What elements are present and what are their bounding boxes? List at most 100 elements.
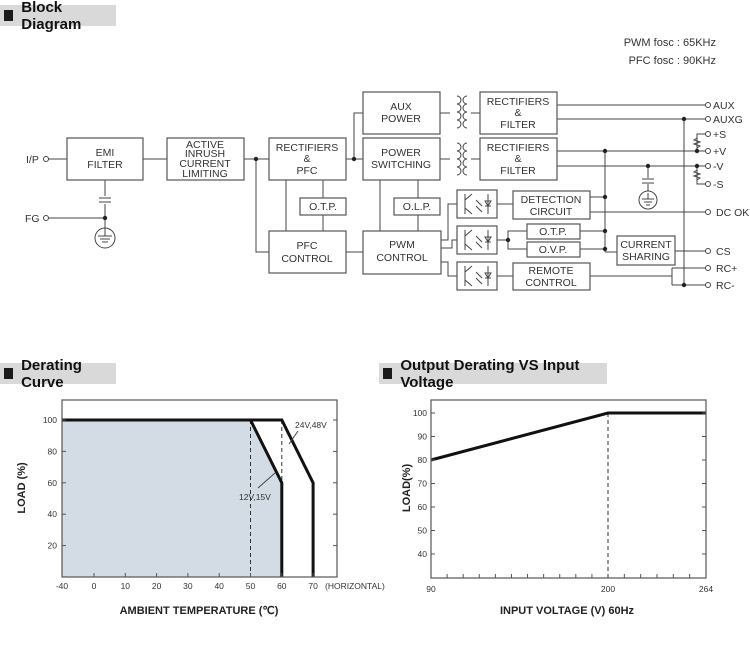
optocoupler-icon bbox=[456, 225, 498, 255]
svg-text:CIRCUIT: CIRCUIT bbox=[530, 206, 573, 218]
svg-text:&: & bbox=[514, 153, 521, 165]
terminal-plus-s: +S bbox=[713, 129, 726, 141]
transformer-icon bbox=[456, 142, 468, 176]
block-pfc-control: PFC CONTROL bbox=[268, 230, 347, 274]
y-axis-label: LOAD (%) bbox=[16, 462, 28, 514]
block-rectifiers-pfc: RECTIFIERS & PFC bbox=[268, 137, 347, 181]
y-tick-label: 80 bbox=[48, 446, 58, 456]
earth-ground-icon bbox=[94, 227, 116, 249]
y-tick-label: 50 bbox=[418, 526, 428, 536]
svg-text:CURRENT: CURRENT bbox=[620, 239, 672, 251]
svg-text:PFC: PFC bbox=[297, 165, 318, 177]
y-tick-label: 90 bbox=[418, 432, 428, 442]
svg-text:O.V.P.: O.V.P. bbox=[539, 244, 568, 256]
figure-canvas: EMI FILTER ACTIVE INRUSH CURRENT LIMITIN… bbox=[16, 91, 749, 617]
svg-text:O.L.P.: O.L.P. bbox=[403, 201, 431, 213]
x-axis-label: INPUT VOLTAGE (V) 60Hz bbox=[500, 605, 635, 617]
series-line-load bbox=[430, 411, 706, 462]
x-tick-label: 50 bbox=[246, 581, 256, 591]
svg-text:POWER: POWER bbox=[381, 113, 421, 125]
block-current-sharing: CURRENT SHARING bbox=[616, 235, 676, 266]
y-tick-label: 60 bbox=[48, 478, 58, 488]
svg-text:FILTER: FILTER bbox=[500, 165, 536, 177]
svg-text:DETECTION: DETECTION bbox=[521, 194, 582, 206]
terminal-ip: I/P bbox=[26, 154, 49, 166]
svg-text:SWITCHING: SWITCHING bbox=[371, 159, 431, 171]
annotation-24v-48v: 24V,48V bbox=[295, 420, 327, 430]
x-tick-label: 0 bbox=[92, 581, 97, 591]
x-tick-label: 200 bbox=[601, 584, 615, 594]
output-terminals: AUX AUXG +S +V -V -S DC OK CS RC+ RC- bbox=[705, 100, 749, 292]
svg-text:AUX: AUX bbox=[390, 101, 412, 113]
svg-text:SHARING: SHARING bbox=[622, 251, 670, 263]
terminal-minus-v: -V bbox=[713, 161, 724, 173]
block-otp-output: O.T.P. bbox=[526, 223, 581, 240]
y-tick-label: 60 bbox=[418, 502, 428, 512]
block-active-inrush: ACTIVE INRUSH CURRENT LIMITING bbox=[166, 137, 245, 181]
y-tick-label: 20 bbox=[48, 541, 58, 551]
svg-text:CONTROL: CONTROL bbox=[376, 252, 427, 264]
terminal-rc-plus: RC+ bbox=[716, 263, 737, 275]
svg-text:I/P: I/P bbox=[26, 154, 39, 166]
block-rectifiers-filter-aux: RECTIFIERS & FILTER bbox=[479, 91, 558, 135]
svg-text:PFC: PFC bbox=[297, 240, 318, 252]
y-axis-label: LOAD(%) bbox=[401, 464, 413, 513]
output-derating-chart: 90 200 264 40 50 60 70 80 90 100 INPUT VOLTAGE (V… bbox=[401, 399, 713, 617]
svg-text:PWM: PWM bbox=[389, 239, 415, 251]
svg-text:O.T.P.: O.T.P. bbox=[539, 226, 567, 238]
optocoupler-icon bbox=[456, 189, 498, 219]
terminal-aux: AUX bbox=[713, 100, 735, 112]
svg-text:EMI: EMI bbox=[96, 147, 115, 159]
terminal-plus-v: +V bbox=[713, 146, 726, 158]
annotation-12v-15v: 12V,15V bbox=[239, 492, 271, 502]
svg-text:FG: FG bbox=[25, 213, 40, 225]
x-tick-label: 10 bbox=[121, 581, 131, 591]
x-axis-label: AMBIENT TEMPERATURE (℃) bbox=[120, 605, 279, 617]
y-tick-label: 70 bbox=[418, 479, 428, 489]
svg-text:CONTROL: CONTROL bbox=[281, 253, 332, 265]
block-olp: O.L.P. bbox=[393, 197, 441, 216]
x-tick-label: 90 bbox=[426, 584, 436, 594]
block-detection-circuit: DETECTION CIRCUIT bbox=[512, 190, 591, 220]
terminal-auxg: AUXG bbox=[713, 114, 743, 126]
y-tick-label: 80 bbox=[418, 455, 428, 465]
x-tick-label: 60 bbox=[277, 581, 287, 591]
svg-text:REMOTE: REMOTE bbox=[529, 265, 574, 277]
svg-text:POWER: POWER bbox=[381, 147, 421, 159]
block-power-switching: POWER SWITCHING bbox=[362, 137, 441, 181]
terminal-fg: FG bbox=[25, 213, 49, 225]
x-tick-label: 70 bbox=[308, 581, 318, 591]
svg-text:&: & bbox=[514, 107, 521, 119]
svg-text:CONTROL: CONTROL bbox=[525, 277, 576, 289]
x-tick-label: 264 bbox=[699, 584, 713, 594]
terminal-cs: CS bbox=[716, 246, 731, 258]
y-tick-label: 100 bbox=[43, 415, 57, 425]
svg-text:FILTER: FILTER bbox=[87, 159, 123, 171]
block-emi-filter: EMI FILTER bbox=[66, 137, 144, 181]
y-tick-label: 40 bbox=[418, 549, 428, 559]
block-otp-pfc: O.T.P. bbox=[299, 197, 347, 216]
block-ovp: O.V.P. bbox=[526, 241, 581, 258]
y-tick-label: 100 bbox=[413, 408, 427, 418]
transformer-icon bbox=[456, 95, 468, 129]
block-diagram: EMI FILTER ACTIVE INRUSH CURRENT LIMITIN… bbox=[25, 91, 749, 292]
block-pwm-control: PWM CONTROL bbox=[362, 230, 442, 275]
earth-ground-icon bbox=[638, 190, 658, 210]
svg-text:LIMITING: LIMITING bbox=[182, 168, 228, 180]
y-tick-label: 40 bbox=[48, 509, 58, 519]
derating-curve-chart: -40 0 10 20 30 40 50 60 70 20 40 60 80 100 AMBIENT TE… bbox=[16, 399, 385, 617]
x-tick-label: 40 bbox=[214, 581, 224, 591]
terminal-dc-ok: DC OK bbox=[716, 207, 749, 219]
x-tick-label: -40 bbox=[56, 581, 69, 591]
x-tick-suffix: (HORIZONTAL) bbox=[325, 581, 385, 591]
svg-text:O.T.P.: O.T.P. bbox=[309, 201, 337, 213]
block-rectifiers-filter-main: RECTIFIERS & FILTER bbox=[479, 137, 558, 181]
x-tick-label: 20 bbox=[152, 581, 162, 591]
block-aux-power: AUX POWER bbox=[362, 91, 441, 135]
optocoupler-icon bbox=[456, 261, 498, 291]
terminal-minus-s: -S bbox=[713, 179, 724, 191]
block-remote-control: REMOTE CONTROL bbox=[512, 262, 591, 291]
svg-text:FILTER: FILTER bbox=[500, 119, 536, 131]
svg-text:&: & bbox=[303, 153, 310, 165]
chart-frame bbox=[430, 399, 707, 579]
